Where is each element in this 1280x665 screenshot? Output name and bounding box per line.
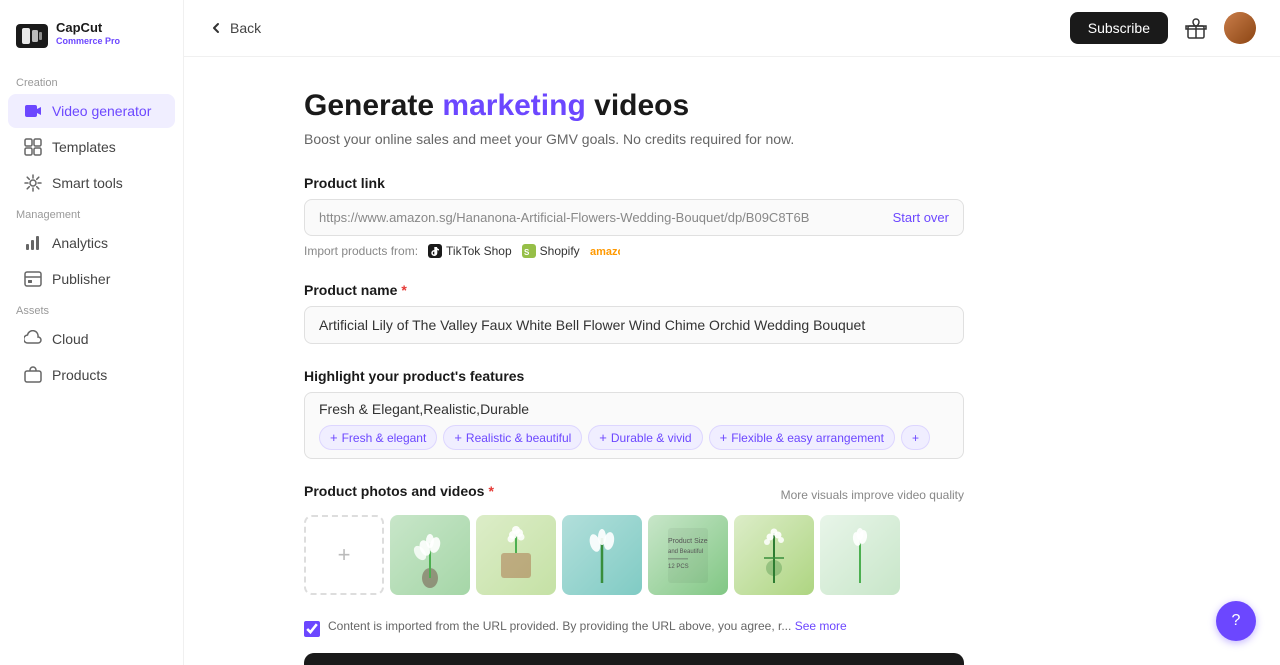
help-button[interactable]: ?	[1216, 601, 1256, 641]
page-subtitle: Boost your online sales and meet your GM…	[304, 131, 964, 147]
sidebar-item-label: Publisher	[52, 271, 110, 287]
consent-checkbox[interactable]	[304, 621, 320, 637]
photos-label: Product photos and videos *	[304, 483, 494, 499]
features-input-wrapper: + Fresh & elegant + Realistic & beautifu…	[304, 392, 964, 459]
product-name-section: Product name *	[304, 282, 964, 344]
product-name-label: Product name *	[304, 282, 964, 298]
section-assets: Assets	[0, 297, 183, 321]
sidebar-item-templates[interactable]: Templates	[8, 130, 175, 164]
sidebar-item-label: Templates	[52, 139, 116, 155]
sidebar-item-label: Products	[52, 367, 107, 383]
avatar[interactable]	[1224, 12, 1256, 44]
tag-fresh[interactable]: + Fresh & elegant	[319, 425, 437, 450]
import-row: Import products from: TikTok Shop S Shop…	[304, 244, 964, 258]
smart-tools-icon	[24, 174, 42, 192]
sidebar-item-products[interactable]: Products	[8, 358, 175, 392]
topbar-right: Subscribe	[1070, 12, 1256, 44]
generate-button[interactable]: Generate	[304, 653, 964, 665]
photos-section: Product photos and videos * More visuals…	[304, 483, 964, 595]
shopify-platform: S Shopify	[522, 244, 580, 258]
svg-text:amazon: amazon	[590, 246, 620, 258]
consent-text: Content is imported from the URL provide…	[328, 619, 847, 633]
url-value: https://www.amazon.sg/Hananona-Artificia…	[319, 210, 885, 225]
logo-icon	[16, 24, 48, 48]
cloud-icon	[24, 330, 42, 348]
see-more-link[interactable]: See more	[795, 619, 847, 633]
photo-thumb-1[interactable]	[390, 515, 470, 595]
logo: CapCutCommerce Pro	[0, 12, 183, 69]
product-link-label: Product link	[304, 175, 964, 191]
tag-durable[interactable]: + Durable & vivid	[588, 425, 702, 450]
product-name-input[interactable]	[304, 306, 964, 344]
logo-text: CapCutCommerce Pro	[56, 20, 120, 53]
sidebar-item-label: Smart tools	[52, 175, 123, 191]
consent-row: Content is imported from the URL provide…	[304, 619, 964, 637]
features-section: Highlight your product's features + Fres…	[304, 368, 964, 459]
templates-icon	[24, 138, 42, 156]
tag-more[interactable]: +	[901, 425, 930, 450]
product-link-section: Product link https://www.amazon.sg/Hanan…	[304, 175, 964, 258]
back-button[interactable]: Back	[208, 20, 261, 36]
topbar: Back Subscribe	[184, 0, 1280, 57]
photo-thumb-4[interactable]: Product Size and Beautiful 12 PCS	[648, 515, 728, 595]
section-creation: Creation	[0, 69, 183, 93]
tiktok-platform: TikTok Shop	[428, 244, 512, 258]
back-icon	[208, 20, 224, 36]
sidebar: CapCutCommerce Pro Creation Video genera…	[0, 0, 184, 665]
sidebar-item-video-generator[interactable]: Video generator	[8, 94, 175, 128]
photo-thumb-5[interactable]	[734, 515, 814, 595]
tags-row: + Fresh & elegant + Realistic & beautifu…	[319, 425, 949, 450]
subscribe-button[interactable]: Subscribe	[1070, 12, 1168, 44]
photo-thumb-3[interactable]	[562, 515, 642, 595]
page-content: Generate marketing videos Boost your onl…	[184, 57, 1084, 665]
required-marker: *	[488, 483, 493, 499]
svg-text:Product Size: Product Size	[668, 538, 708, 545]
svg-text:12 PCS: 12 PCS	[668, 564, 689, 570]
sidebar-item-label: Analytics	[52, 235, 108, 251]
sidebar-item-publisher[interactable]: Publisher	[8, 262, 175, 296]
sidebar-item-label: Video generator	[52, 103, 151, 119]
sidebar-item-smart-tools[interactable]: Smart tools	[8, 166, 175, 200]
amazon-platform: amazon	[590, 244, 620, 258]
video-generator-icon	[24, 102, 42, 120]
publisher-icon	[24, 270, 42, 288]
section-management: Management	[0, 201, 183, 225]
svg-text:and Beautiful: and Beautiful	[668, 549, 703, 555]
photos-grid: +	[304, 515, 964, 595]
svg-text:S: S	[524, 248, 530, 257]
photo-thumb-2[interactable]	[476, 515, 556, 595]
page-title: Generate marketing videos	[304, 89, 964, 123]
photos-header: Product photos and videos * More visuals…	[304, 483, 964, 507]
photo-thumb-6[interactable]	[820, 515, 900, 595]
features-input[interactable]	[319, 401, 949, 417]
products-icon	[24, 366, 42, 384]
features-label: Highlight your product's features	[304, 368, 964, 384]
add-photo-button[interactable]: +	[304, 515, 384, 595]
tag-flexible[interactable]: + Flexible & easy arrangement	[709, 425, 895, 450]
gift-icon[interactable]	[1180, 12, 1212, 44]
required-marker: *	[401, 282, 406, 298]
photos-hint: More visuals improve video quality	[781, 488, 964, 502]
sidebar-item-analytics[interactable]: Analytics	[8, 226, 175, 260]
sidebar-item-label: Cloud	[52, 331, 89, 347]
main-content: Back Subscribe Generate marketing videos…	[184, 0, 1280, 665]
sidebar-item-cloud[interactable]: Cloud	[8, 322, 175, 356]
start-over-link[interactable]: Start over	[893, 210, 949, 225]
analytics-icon	[24, 234, 42, 252]
url-input-wrapper: https://www.amazon.sg/Hananona-Artificia…	[304, 199, 964, 236]
tag-realistic[interactable]: + Realistic & beautiful	[443, 425, 582, 450]
